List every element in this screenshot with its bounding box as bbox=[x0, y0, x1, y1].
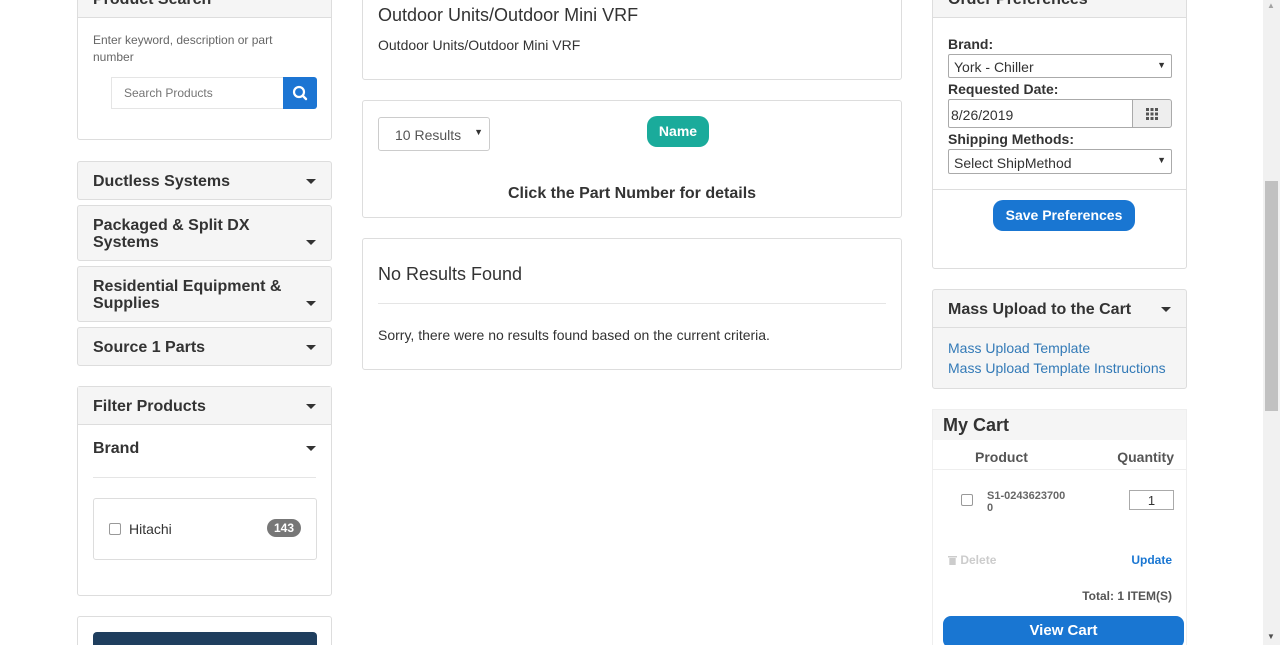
brand-checkbox-hitachi[interactable] bbox=[109, 523, 121, 535]
no-results-message: Sorry, there were no results found based… bbox=[378, 327, 770, 343]
brand-filter-header[interactable]: Brand bbox=[93, 425, 316, 478]
category-ductless-systems[interactable]: Ductless Systems bbox=[77, 161, 332, 200]
caret-down-icon bbox=[306, 345, 316, 350]
page-size-value: 10 Results bbox=[395, 127, 462, 143]
my-cart-title: My Cart bbox=[943, 415, 1010, 435]
order-preferences-panel: Order Preferences − Brand: York - Chille… bbox=[932, 0, 1187, 269]
product-search-title: Product Search bbox=[93, 0, 211, 9]
product-search-header: Product Search bbox=[78, 0, 331, 18]
search-input[interactable] bbox=[111, 77, 283, 109]
brand-list: Hitachi 143 bbox=[93, 498, 317, 560]
no-results-title: No Results Found bbox=[378, 264, 523, 284]
caret-down-icon bbox=[306, 240, 316, 245]
dropdown-arrow-icon: ▼ bbox=[1157, 60, 1166, 70]
collapse-icon: − bbox=[1161, 0, 1172, 8]
category-header-panel: Outdoor Units/Outdoor Mini VRF Outdoor U… bbox=[362, 0, 902, 80]
calendar-button[interactable] bbox=[1132, 99, 1172, 128]
brand-label: Hitachi bbox=[129, 521, 172, 537]
search-button[interactable] bbox=[283, 77, 317, 109]
caret-down-icon bbox=[1161, 307, 1171, 312]
shipping-method-select[interactable]: Select ShipMethod ▼ bbox=[948, 149, 1172, 174]
shipping-method-value: Select ShipMethod bbox=[954, 155, 1072, 171]
sort-by-name-button[interactable]: Name bbox=[647, 116, 709, 147]
shipping-methods-label: Shipping Methods: bbox=[948, 131, 1074, 147]
view-cart-button[interactable]: View Cart bbox=[943, 616, 1184, 645]
caret-down-icon bbox=[306, 446, 316, 451]
brand-count-badge: 143 bbox=[266, 519, 301, 537]
cart-item-product[interactable]: S1-02436237000 bbox=[987, 490, 1067, 514]
requested-date-label: Requested Date: bbox=[948, 81, 1059, 97]
category-label: Ductless Systems bbox=[93, 173, 230, 190]
mass-upload-title: Mass Upload to the Cart bbox=[948, 301, 1132, 318]
brand-pref-select[interactable]: York - Chiller ▼ bbox=[948, 54, 1172, 78]
cart-total: Total: 1 ITEM(S) bbox=[1082, 589, 1172, 603]
cart-col-quantity: Quantity bbox=[1117, 449, 1174, 465]
filter-products-header[interactable]: Filter Products bbox=[78, 387, 331, 425]
dropdown-arrow-icon: ▼ bbox=[1157, 155, 1166, 165]
cart-item-quantity-value: 1 bbox=[1147, 493, 1156, 508]
mass-upload-panel: Mass Upload to the Cart Mass Upload Temp… bbox=[932, 289, 1187, 389]
results-toolbar: 10 Results ▼ Name Click the Part Number … bbox=[362, 100, 902, 218]
category-subtitle: Outdoor Units/Outdoor Mini VRF bbox=[378, 37, 581, 53]
no-results-panel: No Results Found Sorry, there were no re… bbox=[362, 238, 902, 370]
mass-upload-template-link[interactable]: Mass Upload Template bbox=[948, 340, 1090, 356]
order-preferences-header[interactable]: Order Preferences − bbox=[933, 0, 1186, 18]
brand-filter-title: Brand bbox=[93, 440, 140, 457]
product-search-panel: Product Search Enter keyword, descriptio… bbox=[77, 0, 332, 140]
order-preferences-title: Order Preferences bbox=[948, 0, 1088, 9]
save-preferences-button[interactable]: Save Preferences bbox=[993, 200, 1135, 231]
promo-banner[interactable] bbox=[93, 632, 317, 645]
page-size-select[interactable]: 10 Results ▼ bbox=[378, 117, 490, 151]
category-packaged-split-dx[interactable]: Packaged & Split DX Systems bbox=[77, 205, 332, 261]
cart-item-checkbox[interactable] bbox=[961, 494, 973, 506]
mass-upload-header[interactable]: Mass Upload to the Cart bbox=[933, 290, 1186, 328]
part-number-hint: Click the Part Number for details bbox=[507, 185, 757, 202]
brand-pref-label: Brand: bbox=[948, 36, 994, 52]
brand-pref-value: York - Chiller bbox=[954, 59, 1034, 75]
vertical-scrollbar[interactable]: ▲ ▼ bbox=[1263, 0, 1280, 645]
caret-down-icon bbox=[306, 179, 316, 184]
table-row: S1-02436237000 1 bbox=[933, 470, 1186, 535]
category-label: Packaged & Split DX Systems bbox=[93, 217, 250, 251]
requested-date-input[interactable]: 8/26/2019 bbox=[948, 99, 1133, 128]
cart-item-quantity-input[interactable]: 1 bbox=[1129, 490, 1174, 510]
category-label: Source 1 Parts bbox=[93, 339, 206, 356]
scrollbar-thumb[interactable] bbox=[1265, 181, 1278, 411]
category-source-1-parts[interactable]: Source 1 Parts bbox=[77, 327, 332, 366]
cart-col-product: Product bbox=[975, 449, 1028, 465]
scroll-down-arrow-icon: ▼ bbox=[1267, 632, 1275, 641]
filter-products-title: Filter Products bbox=[93, 398, 206, 415]
caret-down-icon bbox=[306, 404, 316, 409]
divider bbox=[378, 303, 886, 304]
category-title: Outdoor Units/Outdoor Mini VRF bbox=[378, 5, 639, 25]
my-cart-panel: My Cart Product Quantity S1-02436237000 … bbox=[932, 409, 1187, 645]
requested-date-value: 8/26/2019 bbox=[951, 107, 1014, 123]
delete-button[interactable]: Delete bbox=[948, 553, 996, 567]
update-link[interactable]: Update bbox=[1131, 553, 1172, 567]
search-help-text: Enter keyword, description or part numbe… bbox=[93, 33, 273, 64]
category-residential-equipment[interactable]: Residential Equipment & Supplies bbox=[77, 266, 332, 322]
trash-icon bbox=[948, 556, 957, 565]
promo-panel bbox=[77, 616, 332, 645]
delete-label: Delete bbox=[960, 553, 997, 567]
scroll-up-arrow-icon: ▲ bbox=[1267, 1, 1275, 10]
filter-products-panel: Filter Products Brand Hitachi 143 bbox=[77, 386, 332, 596]
divider bbox=[933, 189, 1186, 190]
dropdown-arrow-icon: ▼ bbox=[474, 127, 483, 137]
search-icon bbox=[292, 85, 308, 101]
caret-down-icon bbox=[306, 301, 316, 306]
mass-upload-instructions-link[interactable]: Mass Upload Template Instructions bbox=[948, 360, 1166, 376]
calendar-grid-icon bbox=[1146, 108, 1158, 120]
category-label: Residential Equipment & Supplies bbox=[93, 278, 282, 312]
my-cart-header: My Cart bbox=[933, 410, 1186, 440]
